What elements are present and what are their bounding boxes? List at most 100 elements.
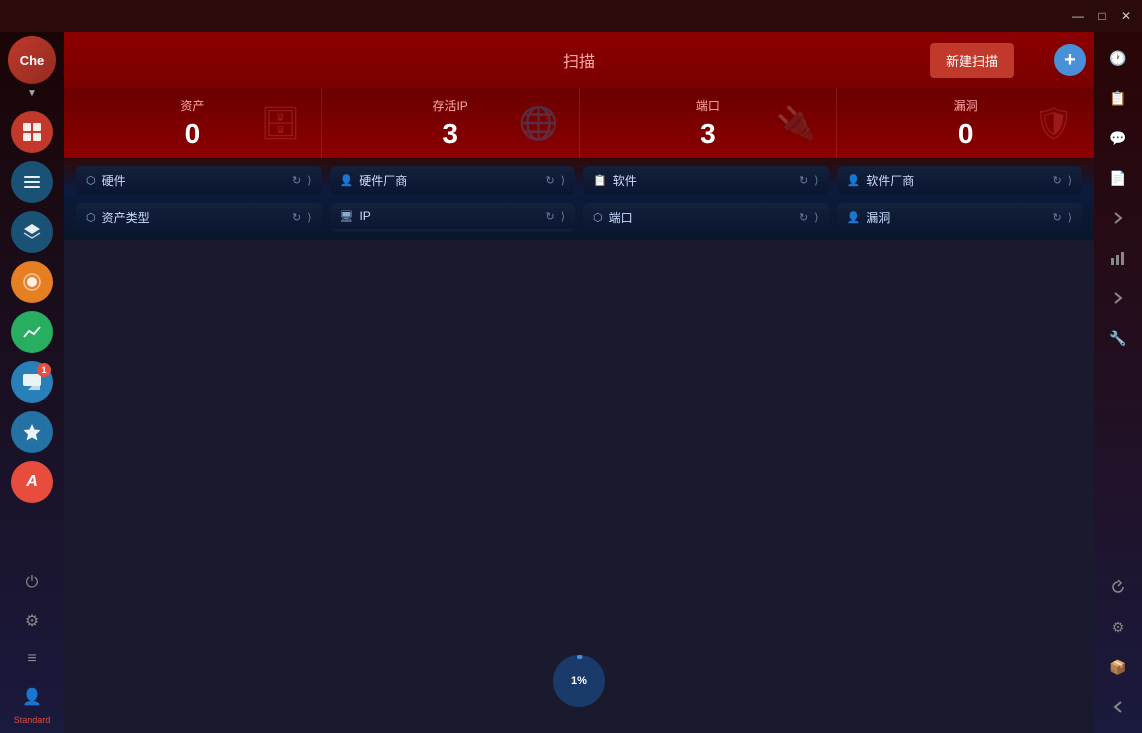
- right-list-icon[interactable]: 📋: [1100, 80, 1136, 116]
- asset-type-expand-icon[interactable]: ⟩: [307, 211, 311, 224]
- charts-row-2: ⬡ 资产类型 ↻ ⟩ 🖥 IP ↻ ⟩: [76, 203, 1082, 232]
- nav-icon-list[interactable]: [11, 161, 53, 203]
- software-icon: 📋: [593, 174, 607, 187]
- chart-software: 📋 软件 ↻ ⟩: [583, 166, 829, 195]
- vuln-expand-icon[interactable]: ⟩: [1068, 211, 1072, 224]
- stat-live-ip: 存活IP 3 🌐: [322, 88, 580, 158]
- nav-icon-orange[interactable]: [11, 261, 53, 303]
- right-package-icon[interactable]: 📦: [1100, 649, 1136, 685]
- hw-vendor-expand-icon[interactable]: ⟩: [561, 174, 565, 187]
- nav-icon-scan[interactable]: [11, 111, 53, 153]
- stats-row: 资产 0 🗄 存活IP 3 🌐 端口 3 🔌 漏洞 0 🛡: [64, 88, 1094, 158]
- close-button[interactable]: ✕: [1118, 8, 1134, 24]
- right-clock-icon[interactable]: 🕐: [1100, 40, 1136, 76]
- user-label: Che: [20, 53, 45, 68]
- asset-type-refresh-icon[interactable]: ↻: [292, 211, 301, 224]
- chart-vuln-header: 👤 漏洞 ↻ ⟩: [837, 203, 1083, 232]
- center-area: 扫描 新建扫描 + 资产 0 🗄 存活IP 3 🌐 端口 3 🔌: [64, 32, 1094, 733]
- plus-button[interactable]: +: [1054, 44, 1086, 76]
- main-layout: Che ▼: [0, 32, 1142, 733]
- progress-circle: 1%: [551, 653, 607, 709]
- software-refresh-icon[interactable]: ↻: [799, 174, 808, 187]
- right-arrow-right-icon[interactable]: [1100, 200, 1136, 236]
- vuln-icon: 👤: [847, 211, 861, 224]
- chart-port: ⬡ 端口 ↻ ⟩: [583, 203, 829, 232]
- ip-chart-body: [330, 229, 576, 232]
- maximize-button[interactable]: □: [1094, 8, 1110, 24]
- stat-vuln-value: 0: [958, 118, 974, 150]
- stat-vuln-label: 漏洞: [954, 97, 978, 114]
- hardware-refresh-icon[interactable]: ↻: [292, 174, 301, 187]
- nav-icon-ai[interactable]: A: [11, 461, 53, 503]
- port-refresh-icon[interactable]: ↻: [799, 211, 808, 224]
- menu-icon[interactable]: ≡: [16, 643, 48, 675]
- chart-software-header: 📋 软件 ↻ ⟩: [583, 166, 829, 195]
- asset-type-icon: ⬡: [86, 211, 96, 224]
- page-title: 扫描: [563, 48, 595, 72]
- progress-container: 1%: [551, 653, 607, 709]
- ai-label: A: [26, 473, 38, 491]
- right-arrow-right2-icon[interactable]: [1100, 280, 1136, 316]
- ip-refresh-icon[interactable]: ↻: [545, 210, 554, 223]
- stat-assets: 资产 0 🗄: [64, 88, 322, 158]
- right-chat-icon[interactable]: 💬: [1100, 120, 1136, 156]
- right-doc-icon[interactable]: 📄: [1100, 160, 1136, 196]
- chat-badge: 1: [37, 363, 51, 377]
- software-label: 软件: [613, 172, 793, 189]
- hardware-expand-icon[interactable]: ⟩: [307, 174, 311, 187]
- sw-vendor-label: 软件厂商: [866, 172, 1046, 189]
- stat-assets-icon: 🗄: [260, 104, 301, 142]
- top-header: 扫描 新建扫描 +: [64, 32, 1094, 88]
- user-icon[interactable]: 👤: [16, 681, 48, 713]
- sw-vendor-icon: 👤: [847, 174, 861, 187]
- hardware-dot-icon: ⬡: [86, 174, 96, 187]
- software-expand-icon[interactable]: ⟩: [814, 174, 818, 187]
- charts-area: ⬡ 硬件 ↻ ⟩ 👤 硬件厂商 ↻ ⟩: [64, 158, 1094, 240]
- stat-port: 端口 3 🔌: [580, 88, 838, 158]
- right-gear-icon[interactable]: 🔧: [1100, 320, 1136, 356]
- nav-icon-layers[interactable]: [11, 211, 53, 253]
- stat-vuln: 漏洞 0 🛡: [837, 88, 1094, 158]
- hw-vendor-label: 硬件厂商: [359, 172, 539, 189]
- right-refresh-icon[interactable]: [1100, 569, 1136, 605]
- chart-sw-vendor-header: 👤 软件厂商 ↻ ⟩: [837, 166, 1083, 195]
- stat-port-value: 3: [700, 118, 716, 150]
- stat-assets-value: 0: [185, 118, 201, 150]
- right-collapse-icon[interactable]: [1100, 689, 1136, 725]
- user-dropdown-arrow[interactable]: ▼: [27, 88, 37, 99]
- right-settings-icon[interactable]: ⚙: [1100, 609, 1136, 645]
- settings-icon[interactable]: ⚙: [16, 605, 48, 637]
- chart-hardware-header: ⬡ 硬件 ↻ ⟩: [76, 166, 322, 195]
- left-sidebar: Che ▼: [0, 32, 64, 733]
- stat-port-label: 端口: [696, 97, 720, 114]
- stat-live-ip-label: 存活IP: [432, 97, 467, 114]
- stat-assets-label: 资产: [180, 97, 204, 114]
- sw-vendor-expand-icon[interactable]: ⟩: [1068, 174, 1072, 187]
- ip-expand-icon[interactable]: ⟩: [561, 210, 565, 223]
- titlebar: — □ ✕: [0, 0, 1142, 32]
- sw-vendor-refresh-icon[interactable]: ↻: [1052, 174, 1061, 187]
- vuln-chart-label: 漏洞: [866, 209, 1046, 226]
- port-icon: ⬡: [593, 211, 603, 224]
- new-scan-button[interactable]: 新建扫描: [930, 43, 1014, 78]
- hw-vendor-refresh-icon[interactable]: ↻: [545, 174, 554, 187]
- nav-icon-chart[interactable]: [11, 311, 53, 353]
- port-expand-icon[interactable]: ⟩: [814, 211, 818, 224]
- chart-software-vendor: 👤 软件厂商 ↻ ⟩: [837, 166, 1083, 195]
- stat-vuln-icon: 🛡: [1033, 104, 1074, 142]
- right-sidebar: 🕐 📋 💬 📄 🔧 ⚙ 📦: [1094, 32, 1142, 733]
- chart-asset-type: ⬡ 资产类型 ↻ ⟩: [76, 203, 322, 232]
- chart-vuln: 👤 漏洞 ↻ ⟩: [837, 203, 1083, 232]
- port-label: 端口: [609, 209, 793, 226]
- vuln-refresh-icon[interactable]: ↻: [1052, 211, 1061, 224]
- nav-icon-chat[interactable]: 1: [11, 361, 53, 403]
- ip-label: IP: [359, 209, 539, 223]
- charts-wrapper: ⬡ 硬件 ↻ ⟩ 👤 硬件厂商 ↻ ⟩: [64, 158, 1094, 733]
- user-avatar[interactable]: Che: [8, 36, 56, 84]
- chart-hardware: ⬡ 硬件 ↻ ⟩: [76, 166, 322, 195]
- right-bar-chart-icon[interactable]: [1100, 240, 1136, 276]
- power-icon[interactable]: ⏻: [16, 567, 48, 599]
- asset-type-label: 资产类型: [102, 209, 286, 226]
- minimize-button[interactable]: —: [1070, 8, 1086, 24]
- nav-icon-star[interactable]: [11, 411, 53, 453]
